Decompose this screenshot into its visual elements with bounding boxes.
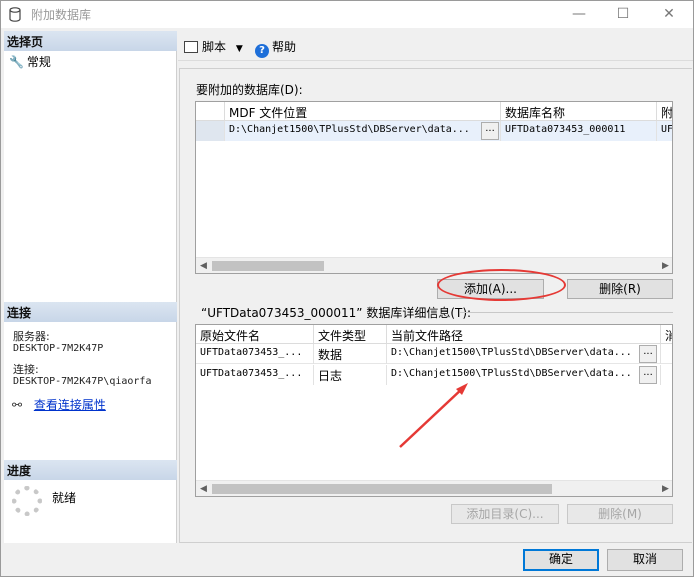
- header-cell-extra: 附: [657, 102, 672, 121]
- chevron-down-icon: ▼: [235, 44, 243, 54]
- header-cell-dbname: 数据库名称: [501, 102, 657, 121]
- header-cell-original-name: 原始文件名: [196, 325, 314, 344]
- file-type-cell: 数据: [314, 344, 387, 364]
- server-value: DESKTOP-7M2K47P: [13, 343, 104, 354]
- original-name-cell: UFTData073453_...: [196, 365, 314, 385]
- browse-path-button[interactable]: ...: [639, 345, 657, 363]
- attach-database-dialog: 附加数据库 — ☐ ✕ 选择页 🔧 常规 连接 服务器: DESKTOP-7M2…: [0, 0, 694, 577]
- browse-mdf-button[interactable]: ...: [481, 122, 499, 140]
- window-title: 附加数据库: [31, 8, 92, 22]
- header-cell-message: 消: [661, 325, 672, 344]
- maximize-button[interactable]: ☐: [600, 1, 646, 28]
- attach-databases-grid[interactable]: MDF 文件位置 数据库名称 附 D:\Chanjet1500\TPlusStd…: [195, 101, 673, 274]
- row-selector[interactable]: [196, 121, 225, 141]
- database-details-label: “UFTData073453_000011” 数据库详细信息(T):: [201, 306, 472, 320]
- progress-status: 就绪: [12, 486, 76, 516]
- remove-details-button[interactable]: 删除(M): [567, 504, 673, 524]
- server-label: 服务器:: [13, 330, 50, 343]
- view-connection-properties-label: 查看连接属性: [33, 398, 106, 412]
- attach-databases-label: 要附加的数据库(D):: [196, 83, 303, 97]
- connection-label: 连接:: [13, 363, 39, 376]
- cancel-button[interactable]: 取消: [607, 549, 683, 571]
- script-icon: [184, 41, 198, 53]
- help-button[interactable]: ? 帮助: [255, 38, 296, 58]
- wrench-icon: 🔧: [9, 55, 24, 69]
- script-button[interactable]: 脚本 ▼: [184, 38, 243, 55]
- scroll-left-icon[interactable]: ◀: [200, 261, 207, 271]
- connection-properties-icon: ⚯: [12, 398, 23, 412]
- script-label: 脚本: [202, 40, 227, 54]
- progress-spinner-icon: [12, 486, 42, 516]
- file-type-cell: 日志: [314, 365, 387, 385]
- browse-path-button[interactable]: ...: [639, 366, 657, 384]
- ok-button[interactable]: 确定: [523, 549, 599, 571]
- toolbar: 脚本 ▼ ? 帮助: [178, 31, 693, 61]
- details-divider: [460, 312, 673, 313]
- title-bar: 附加数据库 — ☐ ✕: [1, 1, 693, 28]
- main-panel: 要附加的数据库(D): MDF 文件位置 数据库名称 附 D:\Chanjet1…: [179, 68, 692, 543]
- remove-attach-button[interactable]: 删除(R): [567, 279, 673, 299]
- annotation-highlight-ellipse: [437, 269, 566, 301]
- extra-cell: UF: [657, 121, 672, 141]
- grid-header: 原始文件名 文件类型 当前文件路径 消: [196, 325, 672, 344]
- close-button[interactable]: ✕: [646, 1, 692, 28]
- mdf-cell: D:\Chanjet1500\TPlusStd\DBServer\data...: [225, 121, 501, 141]
- right-pane: 脚本 ▼ ? 帮助 要附加的数据库(D): MDF 文件位置 数据库名称 附 D:…: [178, 31, 693, 543]
- scroll-left-icon[interactable]: ◀: [200, 484, 207, 494]
- left-pane: 选择页 🔧 常规 连接 服务器: DESKTOP-7M2K47P 连接: DES…: [4, 31, 177, 543]
- original-name-cell: UFTData073453_...: [196, 344, 314, 364]
- page-item-label: 常规: [26, 55, 51, 69]
- header-cell-current-path: 当前文件路径: [387, 325, 661, 344]
- add-catalog-button[interactable]: 添加目录(C)...: [451, 504, 559, 524]
- table-row[interactable]: D:\Chanjet1500\TPlusStd\DBServer\data...…: [196, 121, 672, 141]
- view-connection-properties-link[interactable]: ⚯ 查看连接属性: [12, 396, 106, 413]
- select-page-header: 选择页: [4, 31, 177, 51]
- database-icon: [9, 7, 21, 22]
- scroll-thumb[interactable]: [212, 484, 552, 494]
- current-path-cell[interactable]: D:\Chanjet1500\TPlusStd\DBServer\data...: [387, 344, 661, 364]
- minimize-button[interactable]: —: [556, 1, 602, 28]
- connection-header: 连接: [4, 302, 177, 322]
- grid-header: MDF 文件位置 数据库名称 附: [196, 102, 672, 121]
- header-cell-file-type: 文件类型: [314, 325, 387, 344]
- page-item-general[interactable]: 🔧 常规: [9, 53, 51, 70]
- scroll-thumb[interactable]: [212, 261, 324, 271]
- header-cell-mdf: MDF 文件位置: [225, 102, 501, 121]
- scroll-right-icon[interactable]: ▶: [662, 484, 669, 494]
- scroll-right-icon[interactable]: ▶: [662, 261, 669, 271]
- status-text: 就绪: [52, 491, 77, 505]
- header-cell-blank: [196, 102, 225, 121]
- mdf-path: D:\Chanjet1500\TPlusStd\DBServer\data...: [229, 124, 470, 135]
- attach-grid-scrollbar[interactable]: ◀ ▶: [196, 257, 672, 273]
- connection-value: DESKTOP-7M2K47P\qiaorfa: [13, 376, 152, 387]
- details-grid-scrollbar[interactable]: ◀ ▶: [196, 480, 672, 496]
- annotation-arrow-icon: [399, 383, 468, 448]
- help-icon: ?: [255, 44, 269, 58]
- help-label: 帮助: [272, 40, 297, 54]
- table-row[interactable]: UFTData073453_... 数据 D:\Chanjet1500\TPlu…: [196, 344, 672, 364]
- dbname-cell[interactable]: UFTData073453_000011: [501, 121, 657, 141]
- progress-header: 进度: [4, 460, 177, 480]
